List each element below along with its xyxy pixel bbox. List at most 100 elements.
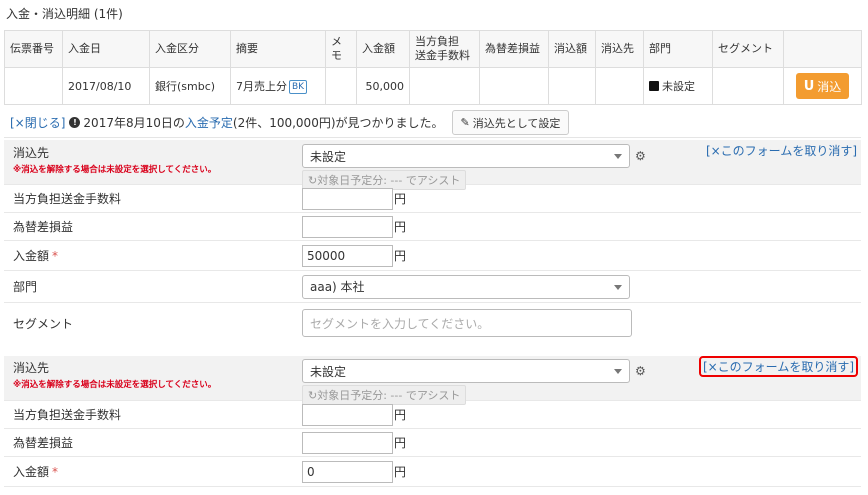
gear-icon[interactable]: ⚙ [635,149,646,163]
col-header-dept: 部門 [643,30,713,68]
page-title: 入金・消込明細 (1件) [6,7,123,21]
chevron-down-icon [614,154,622,159]
table-header-row: 伝票番号 入金日 入金区分 摘要 メモ 入金額 当方負担 送金手数料 為替差損益… [4,30,862,68]
dept-color-icon [649,81,659,91]
fx-input[interactable] [302,431,393,454]
col-header-summary: 摘要 [230,30,326,68]
amount-input[interactable]: 0 [302,460,393,483]
target-label: 消込先 ※消込を解除する場合は未設定を選択してください。 [4,359,302,390]
yen-unit: 円 [394,249,407,263]
applied-form-2: 消込先 ※消込を解除する場合は未設定を選択してください。 未設定 ⚙ ↻対象日予… [4,356,861,487]
col-header-category: 入金区分 [149,30,231,68]
dept-label: 部門 [13,280,38,294]
amount-label-text: 入金額 [13,465,50,479]
target-select-value: 未設定 [310,149,347,164]
fx-label: 為替差損益 [13,220,74,234]
target-warning: ※消込を解除する場合は未設定を選択してください。 [13,165,217,175]
fee-label: 当方負担送金手数料 [13,408,122,422]
info-icon: ! [69,117,81,128]
target-label-text: 消込先 [13,361,50,375]
fee-input[interactable] [302,187,393,210]
target-field-group: 未設定 ⚙ ↻対象日予定分: --- でアシスト [302,144,646,190]
amount-row: 入金額 * 0円 [4,457,861,487]
fx-input[interactable] [302,215,393,238]
required-mark: * [52,249,59,263]
cell-dept: 未設定 [643,67,713,105]
cell-action: U 消込 [783,67,862,105]
target-select-value: 未設定 [310,364,347,379]
apply-button-label: 消込 [817,79,842,94]
fee-row: 当方負担送金手数料 円 [4,185,861,213]
col-header-amount: 入金額 [356,30,410,68]
fx-row: 為替差損益 円 [4,213,861,241]
amount-input[interactable]: 50000 [302,244,393,267]
cell-summary: 7月売上分 BK [230,67,326,105]
scheduled-deposit-link[interactable]: 入金予定 [185,114,233,131]
amount-label: 入金額 * [4,247,302,264]
cell-category: 銀行(smbc) [149,67,231,105]
chevron-down-icon [614,369,622,374]
yen-unit: 円 [394,192,407,206]
cell-memo [325,67,357,105]
cancel-form-link[interactable]: [×このフォームを取り消す] [706,142,857,159]
amount-label-text: 入金額 [13,249,50,263]
dept-row: 部門 aaa) 本社 [4,271,861,303]
col-header-action [783,30,862,68]
target-select[interactable]: 未設定 [302,359,630,383]
yen-unit: 円 [394,436,407,450]
cell-segment [712,67,784,105]
segment-row: セグメント セグメントを入力してください。 [4,303,861,343]
target-field-group: 未設定 ⚙ ↻対象日予定分: --- でアシスト [302,359,646,405]
yen-unit: 円 [394,408,407,422]
cell-applied [548,67,596,105]
cell-slip-no [4,67,63,105]
cell-date: 2017/08/10 [62,67,150,105]
fee-row: 当方負担送金手数料 円 [4,401,861,429]
target-row: 消込先 ※消込を解除する場合は未設定を選択してください。 未設定 ⚙ ↻対象日予… [4,356,861,405]
target-row: 消込先 ※消込を解除する場合は未設定を選択してください。 未設定 ⚙ ↻対象日予… [4,140,861,190]
gear-icon[interactable]: ⚙ [635,364,646,378]
bk-badge[interactable]: BK [289,80,308,94]
magnet-icon: U [803,78,815,94]
col-header-date: 入金日 [62,30,150,68]
col-header-applied-to: 消込先 [595,30,644,68]
col-header-applied: 消込額 [548,30,596,68]
close-link[interactable]: [×閉じる] [10,114,65,131]
yen-unit: 円 [394,220,407,234]
col-header-fx: 為替差損益 [479,30,549,68]
col-header-segment: セグメント [712,30,784,68]
dept-select[interactable]: aaa) 本社 [302,274,630,299]
fx-label: 為替差損益 [13,436,74,450]
fee-label: 当方負担送金手数料 [13,192,122,206]
col-header-memo: メモ [325,30,357,68]
required-mark: * [52,465,59,479]
fx-row: 為替差損益 円 [4,429,861,457]
info-message-post: (2件、100,000円)が見つかりました。 [232,116,444,130]
target-warning: ※消込を解除する場合は未設定を選択してください。 [13,380,217,390]
cancel-form-link-highlighted[interactable]: [×このフォームを取り消す] [698,356,858,377]
dept-text: 未設定 [662,80,695,93]
applied-form-1: 消込先 ※消込を解除する場合は未設定を選択してください。 未設定 ⚙ ↻対象日予… [4,140,861,343]
col-header-slip-no: 伝票番号 [4,30,63,68]
info-message-pre: 2017年8月10日の [83,116,185,130]
fee-input[interactable] [302,403,393,426]
target-label-text: 消込先 [13,146,50,160]
segment-label: セグメント [13,316,74,331]
magic-wand-icon: ✎ [460,116,470,129]
segment-input[interactable]: セグメントを入力してください。 [302,309,632,337]
cell-fee [409,67,480,105]
apply-button[interactable]: U 消込 [795,73,850,99]
dept-select-value: aaa) 本社 [310,280,365,294]
target-label: 消込先 ※消込を解除する場合は未設定を選択してください。 [4,144,302,175]
deposit-detail-table: 伝票番号 入金日 入金区分 摘要 メモ 入金額 当方負担 送金手数料 為替差損益… [4,30,862,105]
cell-applied-to [595,67,644,105]
set-as-target-label: 消込先として設定 [472,116,561,130]
yen-unit: 円 [394,465,407,479]
amount-label: 入金額 * [4,463,302,480]
target-select[interactable]: 未設定 [302,144,630,168]
info-bar: [×閉じる] ! 2017年8月10日の 入金予定 (2件、100,000円)が見つ… [4,108,861,138]
set-as-target-button[interactable]: ✎ 消込先として設定 [451,110,570,135]
col-header-fee: 当方負担 送金手数料 [409,30,480,68]
amount-row: 入金額 * 50000 円 [4,241,861,271]
cell-fx [479,67,549,105]
